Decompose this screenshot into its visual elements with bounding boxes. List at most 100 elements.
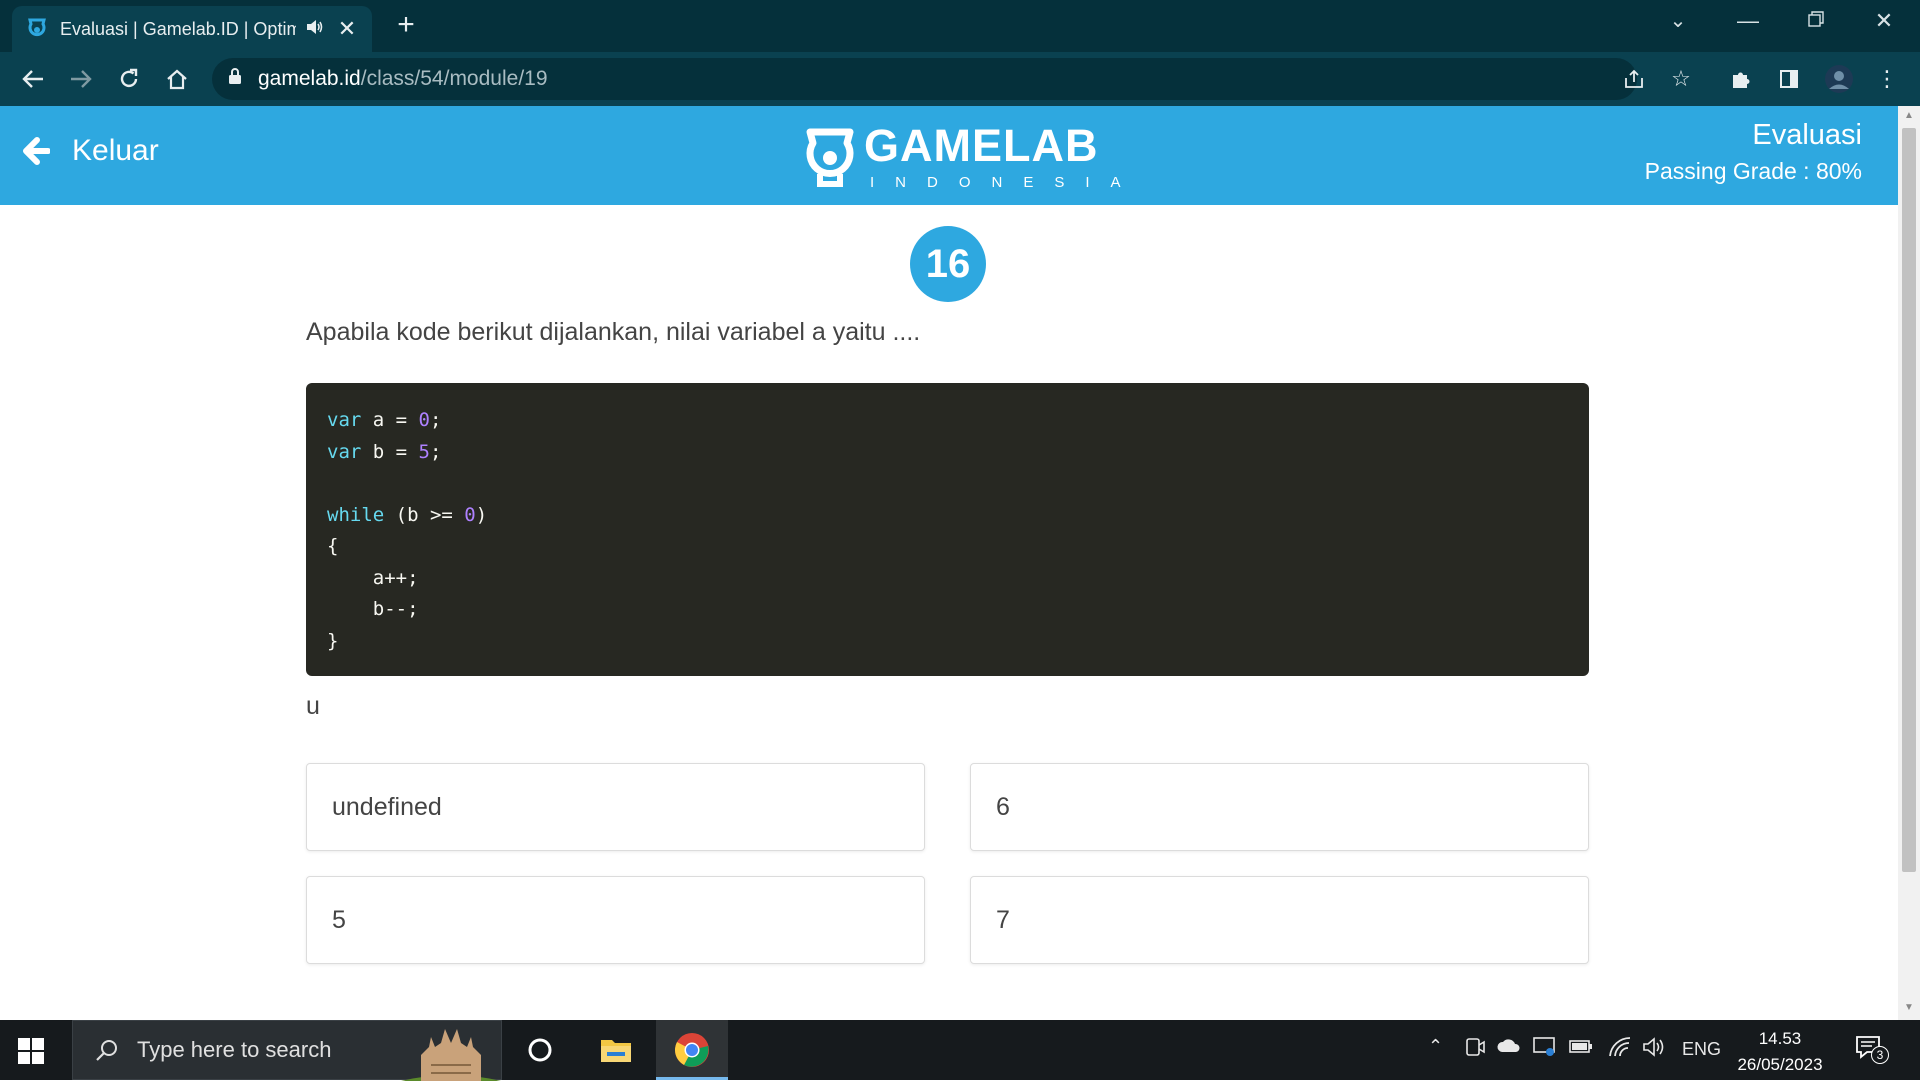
forward-icon[interactable] bbox=[64, 62, 98, 96]
exit-label: Keluar bbox=[72, 134, 159, 167]
code-line: } bbox=[327, 626, 1568, 658]
tab-title: Evaluasi | Gamelab.ID | Optim bbox=[60, 18, 296, 39]
exit-button[interactable]: Keluar bbox=[22, 134, 159, 168]
code-keyword: var bbox=[327, 440, 362, 463]
clock-time: 14.53 bbox=[1758, 1029, 1802, 1048]
bookmark-star-icon[interactable]: ☆ bbox=[1664, 62, 1698, 96]
windows-start-icon[interactable] bbox=[14, 1034, 48, 1068]
wifi-icon[interactable] bbox=[1608, 1036, 1632, 1063]
page-viewport: Keluar GAMELAB INDONESIA Evaluasi Passin… bbox=[0, 106, 1898, 1020]
code-text: b--; bbox=[327, 598, 419, 620]
show-hidden-icons-icon[interactable]: ⌃ bbox=[1428, 1036, 1443, 1057]
side-panel-icon[interactable] bbox=[1772, 62, 1806, 96]
reload-icon[interactable] bbox=[112, 62, 146, 96]
code-line: while (b >= 0) bbox=[327, 500, 1568, 532]
code-line: b--; bbox=[327, 594, 1568, 626]
cortana-icon[interactable] bbox=[518, 1028, 562, 1072]
code-number: 0 bbox=[464, 503, 476, 526]
answer-option-label: 7 bbox=[996, 905, 1010, 934]
system-clock[interactable]: 14.53 26/05/2023 bbox=[1730, 1026, 1830, 1078]
code-text: } bbox=[327, 629, 339, 652]
gamelab-favicon-icon bbox=[26, 18, 48, 40]
logo-subtext: INDONESIA bbox=[870, 174, 1142, 191]
windows-taskbar: Type here to search ⌃ ENG 14.53 26/05/20… bbox=[0, 1020, 1920, 1081]
code-text: b = bbox=[361, 440, 419, 463]
search-icon bbox=[96, 1040, 117, 1061]
minimize-icon[interactable]: — bbox=[1728, 8, 1768, 36]
question-number-badge: 16 bbox=[910, 226, 986, 302]
file-explorer-icon[interactable] bbox=[594, 1028, 638, 1072]
passing-grade: Passing Grade : 80% bbox=[1644, 158, 1862, 184]
profile-avatar[interactable] bbox=[1822, 62, 1856, 96]
code-line: a++; bbox=[327, 563, 1568, 595]
code-text: a = bbox=[361, 409, 419, 431]
notification-count-badge: 3 bbox=[1871, 1046, 1889, 1064]
close-window-icon[interactable]: ✕ bbox=[1864, 8, 1904, 36]
extensions-puzzle-icon[interactable] bbox=[1724, 62, 1758, 96]
address-bar[interactable]: gamelab.id/class/54/module/19 bbox=[212, 58, 1637, 100]
code-text: { bbox=[327, 535, 339, 557]
scroll-up-icon[interactable]: ▲ bbox=[1903, 110, 1915, 122]
volume-icon[interactable] bbox=[1642, 1036, 1666, 1063]
answer-option-b[interactable]: 6 bbox=[970, 763, 1589, 851]
page-scrollbar[interactable]: ▲ ▼ bbox=[1898, 106, 1920, 1020]
home-icon[interactable] bbox=[160, 62, 194, 96]
taskbar-search-box[interactable]: Type here to search bbox=[72, 1020, 502, 1081]
answer-option-c[interactable]: 5 bbox=[306, 876, 925, 964]
code-number: 0 bbox=[418, 409, 430, 431]
evaluation-title: Evaluasi bbox=[1752, 119, 1862, 151]
share-icon[interactable] bbox=[1617, 62, 1651, 96]
language-indicator[interactable]: ENG bbox=[1682, 1039, 1721, 1060]
code-text: ; bbox=[429, 409, 442, 431]
code-text: ; bbox=[429, 440, 442, 463]
answer-option-label: undefined bbox=[332, 792, 442, 821]
code-line: { bbox=[327, 531, 1568, 563]
gamelab-logo: GAMELAB INDONESIA bbox=[804, 120, 1121, 192]
code-text: a++; bbox=[327, 566, 419, 589]
code-block: var a = 0; var b = 5; while (b >= 0){ a++… bbox=[306, 383, 1589, 676]
app-header: Keluar GAMELAB INDONESIA Evaluasi Passin… bbox=[0, 106, 1898, 205]
speaker-icon[interactable] bbox=[306, 19, 326, 40]
scroll-down-icon[interactable]: ▼ bbox=[1903, 1002, 1915, 1014]
chrome-icon[interactable] bbox=[670, 1028, 714, 1072]
tab-search-chevron-icon[interactable]: ⌄ bbox=[1658, 8, 1698, 36]
scrollbar-thumb[interactable] bbox=[1902, 128, 1916, 872]
answer-option-label: 5 bbox=[332, 905, 346, 934]
battery-icon[interactable] bbox=[1568, 1036, 1594, 1061]
question-text: Apabila kode berikut dijalankan, nilai v… bbox=[306, 318, 921, 346]
back-icon[interactable] bbox=[16, 62, 50, 96]
code-keyword: while bbox=[327, 503, 385, 526]
clock-date: 26/05/2023 bbox=[1737, 1055, 1823, 1074]
meet-now-icon[interactable] bbox=[1464, 1036, 1486, 1063]
code-text: (b >= bbox=[384, 503, 465, 526]
answer-option-label: 6 bbox=[996, 792, 1010, 821]
code-text: ) bbox=[475, 503, 488, 526]
arrow-left-icon bbox=[23, 137, 50, 165]
answer-option-d[interactable]: 7 bbox=[970, 876, 1589, 964]
code-line: var a = 0; bbox=[327, 405, 1568, 437]
new-tab-icon[interactable]: + bbox=[390, 10, 422, 42]
onedrive-icon[interactable] bbox=[1496, 1036, 1522, 1061]
close-tab-icon[interactable]: ✕ bbox=[336, 16, 358, 42]
browser-tab-strip: Evaluasi | Gamelab.ID | Optim ✕ + ⌄ — ✕ bbox=[0, 0, 1920, 52]
search-placeholder: Type here to search bbox=[137, 1037, 332, 1062]
url-path: /class/54/module/19 bbox=[360, 67, 548, 90]
browser-menu-icon[interactable]: ⋮ bbox=[1870, 62, 1904, 96]
browser-toolbar: gamelab.id/class/54/module/19 ☆ ⋮ bbox=[0, 52, 1920, 106]
question-extra-text: u bbox=[306, 692, 320, 720]
logo-text: GAMELAB bbox=[864, 120, 1099, 171]
url-host: gamelab.id bbox=[258, 67, 361, 90]
code-line: var b = 5; bbox=[327, 437, 1568, 469]
gamelab-logo-mark-icon bbox=[806, 128, 854, 187]
lock-icon[interactable] bbox=[228, 67, 244, 91]
answer-option-a[interactable]: undefined bbox=[306, 763, 925, 851]
browser-tab[interactable]: Evaluasi | Gamelab.ID | Optim ✕ bbox=[12, 6, 372, 52]
notification-center-icon[interactable]: 3 bbox=[1855, 1034, 1891, 1068]
restore-icon[interactable] bbox=[1796, 8, 1836, 36]
display-icon[interactable] bbox=[1532, 1036, 1556, 1063]
evaluation-info: Evaluasi Passing Grade : 80% bbox=[1645, 118, 1862, 188]
code-keyword: var bbox=[327, 409, 362, 431]
search-highlight-temple-icon bbox=[401, 1029, 501, 1081]
code-number: 5 bbox=[418, 440, 430, 463]
